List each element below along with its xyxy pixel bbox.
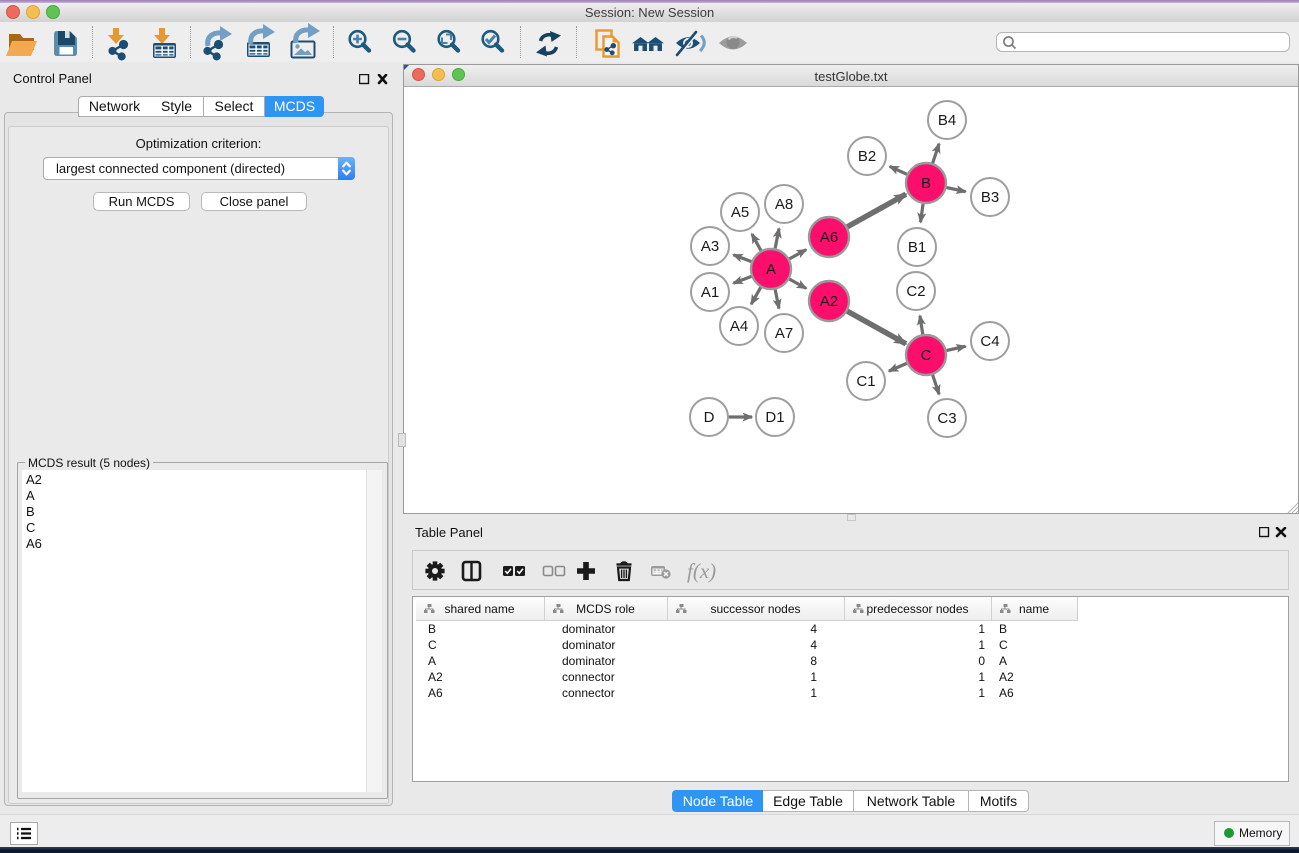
svg-text:C3: C3 [937, 410, 956, 427]
svg-text:A2: A2 [820, 293, 838, 310]
svg-text:B2: B2 [858, 148, 876, 165]
svg-text:B1: B1 [908, 239, 926, 256]
svg-text:A5: A5 [731, 204, 749, 221]
svg-text:A7: A7 [775, 325, 793, 342]
svg-text:B4: B4 [938, 112, 956, 129]
svg-text:C4: C4 [980, 333, 999, 350]
svg-text:B3: B3 [981, 189, 999, 206]
svg-text:A8: A8 [775, 196, 793, 213]
svg-text:C: C [921, 347, 932, 364]
svg-text:A4: A4 [730, 318, 748, 335]
svg-text:A: A [766, 261, 776, 278]
svg-text:f(x): f(x) [687, 559, 716, 583]
svg-text:D: D [704, 409, 715, 426]
svg-text:A1: A1 [701, 284, 719, 301]
svg-text:D1: D1 [765, 409, 784, 426]
svg-text:A3: A3 [701, 238, 719, 255]
svg-text:B: B [921, 175, 931, 192]
svg-text:A6: A6 [820, 229, 838, 246]
svg-text:C2: C2 [906, 283, 925, 300]
svg-text:C1: C1 [856, 373, 875, 390]
